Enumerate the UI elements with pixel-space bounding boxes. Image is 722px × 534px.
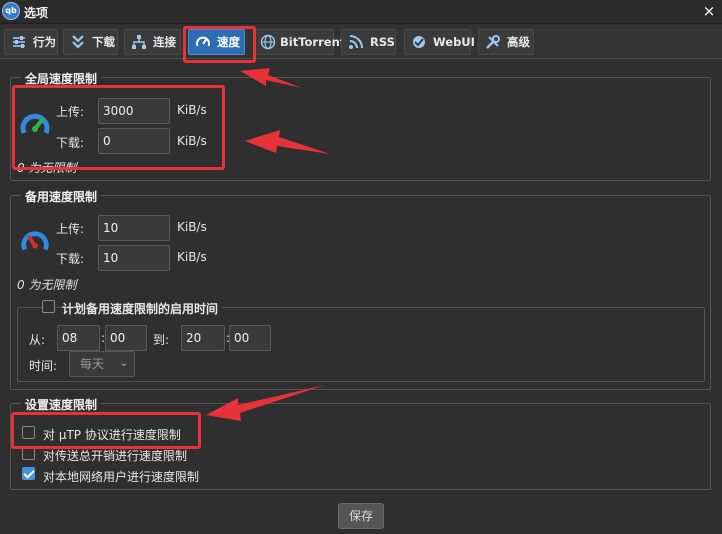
to-hour-input[interactable]: 20 <box>181 325 225 351</box>
schedule-checkbox[interactable] <box>42 300 55 313</box>
tab-label: 下载 <box>92 35 115 49</box>
tab-speed[interactable]: 速度 <box>188 29 245 55</box>
speed-settings-legend: 设置速度限制 <box>21 396 102 413</box>
tab-downloads[interactable]: 下载 <box>63 29 118 55</box>
download-icon <box>70 34 86 50</box>
global-speed-limits-legend: 全局速度限制 <box>21 70 102 87</box>
schedule-legend: 计划备用速度限制的启用时间 <box>62 300 223 317</box>
to-label: 到: <box>153 333 170 347</box>
alt-download-label: 下载: <box>56 252 85 266</box>
webui-icon <box>411 34 427 50</box>
overhead-limit-label: 对传送总开销进行速度限制 <box>43 449 188 463</box>
utp-limit-label: 对 µTP 协议进行速度限制 <box>43 428 181 442</box>
global-download-unit: KiB/s <box>177 134 207 148</box>
tools-icon <box>485 34 501 50</box>
tab-connection[interactable]: 连接 <box>124 29 181 55</box>
sliders-icon <box>11 34 27 50</box>
globe-icon <box>260 34 276 50</box>
global-unlimited-note: 0 为无限制 <box>17 161 77 175</box>
tab-label: 高级 <box>507 35 530 49</box>
tab-label: BitTorrent <box>280 35 346 49</box>
lan-limit-label: 对本地网络用户进行速度限制 <box>43 470 200 484</box>
tab-bar: 行为 下载 连接 速度 BitTorrent RSS WebUI 高级 <box>0 25 722 59</box>
window-title: 选项 <box>24 6 49 20</box>
title-bar: qb 选项 × <box>0 0 722 24</box>
tab-advanced[interactable]: 高级 <box>478 29 534 55</box>
tab-rss[interactable]: RSS <box>341 29 396 55</box>
days-select-value: 每天 <box>80 357 105 371</box>
speedometer-red-icon <box>20 227 50 257</box>
alt-upload-input[interactable]: 10 <box>98 215 170 241</box>
app-logo-icon: qb <box>2 2 20 20</box>
to-minute-input[interactable]: 00 <box>229 325 271 351</box>
rss-icon <box>348 34 364 50</box>
global-download-input[interactable]: 0 <box>98 128 170 154</box>
alt-download-input[interactable]: 10 <box>98 245 170 271</box>
tab-label: 行为 <box>33 35 56 49</box>
tab-behavior[interactable]: 行为 <box>4 29 58 55</box>
chevron-down-icon: ⌄ <box>119 358 128 369</box>
save-button[interactable]: 保存 <box>338 503 384 529</box>
from-minute-input[interactable]: 00 <box>105 325 147 351</box>
close-button[interactable]: × <box>700 2 718 20</box>
tab-label: 连接 <box>153 35 176 49</box>
tab-label: WebUI <box>433 35 475 49</box>
overhead-limit-checkbox[interactable] <box>22 447 35 460</box>
tab-webui[interactable]: WebUI <box>404 29 475 55</box>
network-icon <box>131 34 147 50</box>
tab-label: RSS <box>370 35 395 49</box>
utp-limit-checkbox[interactable] <box>22 426 35 439</box>
global-upload-unit: KiB/s <box>177 103 207 117</box>
global-upload-input[interactable]: 3000 <box>98 98 170 124</box>
speedometer-green-icon <box>19 109 51 141</box>
tab-label: 速度 <box>217 35 240 49</box>
lan-limit-checkbox[interactable] <box>22 467 35 480</box>
alt-download-unit: KiB/s <box>177 250 207 264</box>
from-label: 从: <box>29 333 46 347</box>
alt-unlimited-note: 0 为无限制 <box>17 278 77 292</box>
speedometer-icon <box>195 34 211 50</box>
global-download-label: 下载: <box>56 136 85 150</box>
days-select[interactable]: 每天 ⌄ <box>69 351 135 377</box>
alt-upload-unit: KiB/s <box>177 220 207 234</box>
tab-bittorrent[interactable]: BitTorrent <box>253 29 345 55</box>
alt-upload-label: 上传: <box>56 222 85 236</box>
global-upload-label: 上传: <box>56 105 85 119</box>
from-hour-input[interactable]: 08 <box>57 325 100 351</box>
time-label: 时间: <box>29 359 58 373</box>
alt-speed-limits-legend: 备用速度限制 <box>21 188 102 205</box>
